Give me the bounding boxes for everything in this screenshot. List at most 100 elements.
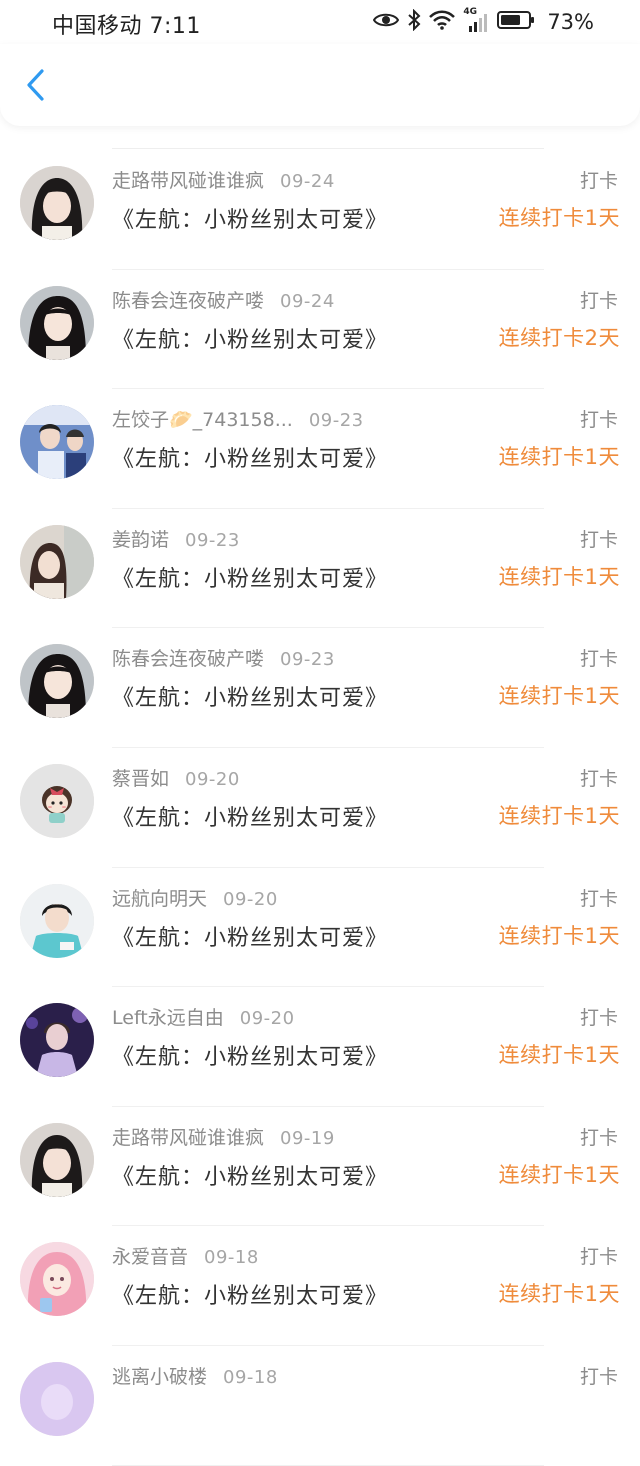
eye-icon	[373, 11, 400, 33]
checkin-label: 打卡	[579, 1126, 618, 1149]
avatar-illustrated-girl[interactable]	[20, 1242, 94, 1317]
streak-label: 连续打卡2天	[498, 325, 620, 350]
record-meta: 姜韵诺 09-23	[112, 525, 240, 552]
list-item[interactable]: 陈春会连夜破产喽 09-24 《左航：小粉丝别太可爱》 打卡 连续打卡2天	[0, 270, 640, 390]
book-title[interactable]: 《左航：小粉丝别太可爱》	[112, 680, 388, 712]
record-date: 09-23	[308, 410, 364, 432]
streak-label: 连续打卡1天	[498, 1282, 620, 1307]
avatar-girl-long-hair[interactable]	[20, 285, 94, 360]
record-date: 09-23	[280, 649, 335, 671]
book-title[interactable]: 《左航：小粉丝别太可爱》	[112, 920, 388, 952]
checkin-label: 打卡	[579, 170, 618, 192]
record-meta: 走路带风碰谁谁疯 09-19	[112, 1123, 335, 1150]
checkin-label: 打卡	[579, 648, 618, 671]
username[interactable]: 永爱音音	[112, 1242, 188, 1269]
record-date: 09-19	[280, 1127, 335, 1149]
record-date: 09-18	[204, 1247, 259, 1269]
divider	[112, 148, 544, 149]
wifi-icon	[429, 10, 456, 34]
battery-icon	[497, 10, 535, 34]
checkin-label: 打卡	[579, 289, 618, 312]
book-title[interactable]: 《左航：小粉丝别太可爱》	[112, 441, 388, 473]
avatar-girl-dark-hair[interactable]	[20, 1122, 94, 1197]
streak-label: 连续打卡1天	[498, 684, 620, 709]
checkin-label: 打卡	[579, 887, 618, 910]
avatar-girl-long-hair[interactable]	[20, 644, 94, 719]
username[interactable]: 陈春会连夜破产喽	[112, 644, 264, 671]
divider	[112, 1464, 544, 1466]
status-icons: 4G 73%	[373, 7, 594, 36]
avatar-cartoon-girl[interactable]	[20, 764, 94, 838]
checkin-label: 打卡	[579, 1246, 618, 1269]
streak-label: 连续打卡1天	[498, 804, 620, 828]
list-item[interactable]: 远航向明天 09-20 《左航：小粉丝别太可爱》 打卡 连续打卡1天	[0, 868, 640, 988]
streak-label: 连续打卡1天	[498, 445, 620, 470]
record-meta: 陈春会连夜破产喽 09-23	[112, 644, 335, 671]
username[interactable]: 蔡晋如	[112, 764, 169, 791]
book-title[interactable]: 《左航：小粉丝别太可爱》	[112, 322, 388, 354]
record-date: 09-20	[185, 769, 240, 790]
avatar-boy-purple-light[interactable]	[20, 1003, 94, 1078]
list-item[interactable]: 蔡晋如 09-20 《左航：小粉丝别太可爱》 打卡 连续打卡1天	[0, 748, 640, 868]
book-title[interactable]: 《左航：小粉丝别太可爱》	[112, 1159, 388, 1191]
username[interactable]: 走路带风碰谁谁疯	[112, 166, 264, 193]
username[interactable]: 左饺子🥟_743158...	[112, 405, 293, 432]
record-meta: 逃离小破楼 09-18	[112, 1362, 278, 1389]
bluetooth-icon	[407, 8, 421, 35]
book-title[interactable]: 《左航：小粉丝别太可爱》	[112, 561, 388, 593]
avatar-girl-outdoor[interactable]	[20, 524, 94, 599]
username[interactable]: 走路带风碰谁谁疯	[112, 1123, 264, 1150]
streak-label: 连续打卡1天	[498, 1162, 620, 1187]
list-item[interactable]: 走路带风碰谁谁疯 09-19 《左航：小粉丝别太可爱》 打卡 连续打卡1天	[0, 1107, 640, 1227]
checkin-label: 打卡	[579, 528, 618, 551]
carrier-time: 中国移动 7:11	[52, 14, 201, 39]
username[interactable]: 陈春会连夜破产喽	[112, 286, 264, 313]
chevron-left-icon	[27, 69, 44, 101]
checkin-label: 打卡	[579, 768, 618, 790]
avatar-purple[interactable]	[20, 1362, 94, 1436]
record-meta: 永爱音音 09-18	[112, 1242, 259, 1269]
username[interactable]: 逃离小破楼	[112, 1362, 207, 1389]
book-title[interactable]: 《左航：小粉丝别太可爱》	[112, 800, 388, 832]
streak-label: 连续打卡1天	[498, 206, 620, 230]
list-item[interactable]: 左饺子🥟_743158... 09-23 《左航：小粉丝别太可爱》 打卡 连续打…	[0, 389, 640, 509]
back-button[interactable]	[18, 68, 52, 102]
username[interactable]: 姜韵诺	[112, 525, 169, 552]
list-item[interactable]: 姜韵诺 09-23 《左航：小粉丝别太可爱》 打卡 连续打卡1天	[0, 509, 640, 629]
book-title[interactable]: 《左航：小粉丝别太可爱》	[112, 202, 388, 234]
username[interactable]: 远航向明天	[112, 884, 207, 911]
avatar-boy-stage[interactable]	[20, 405, 94, 480]
battery-percent: 73%	[547, 10, 594, 34]
avatar-boy-teal-shirt[interactable]	[20, 883, 94, 958]
record-date: 09-24	[280, 290, 335, 312]
record-date: 09-20	[223, 888, 278, 910]
record-date: 09-18	[223, 1367, 278, 1388]
status-bar: 中国移动 7:11 4G 73%	[0, 0, 640, 44]
record-meta: 走路带风碰谁谁疯 09-24	[112, 166, 335, 193]
list-item[interactable]: 陈春会连夜破产喽 09-23 《左航：小粉丝别太可爱》 打卡 连续打卡1天	[0, 628, 640, 748]
book-title[interactable]: 《左航：小粉丝别太可爱》	[112, 1039, 388, 1071]
streak-label: 连续打卡1天	[498, 564, 620, 589]
list-item[interactable]: 逃离小破楼 09-18 打卡	[0, 1346, 640, 1466]
book-title[interactable]: 《左航：小粉丝别太可爱》	[112, 1278, 388, 1310]
checkin-label: 打卡	[579, 409, 618, 432]
record-date: 09-23	[185, 529, 240, 551]
record-meta: 蔡晋如 09-20	[112, 764, 240, 791]
header-bar	[0, 44, 640, 126]
signal-4g-icon: 4G	[463, 7, 489, 33]
username[interactable]: Left永远自由	[112, 1003, 224, 1030]
record-meta: 陈春会连夜破产喽 09-24	[112, 286, 335, 313]
record-date: 09-20	[239, 1008, 295, 1030]
checkin-label: 打卡	[579, 1007, 618, 1030]
record-meta: 左饺子🥟_743158... 09-23	[112, 405, 364, 432]
checkin-label: 打卡	[579, 1366, 618, 1388]
list-item[interactable]: 永爱音音 09-18 《左航：小粉丝别太可爱》 打卡 连续打卡1天	[0, 1226, 640, 1346]
avatar-girl-dark-hair[interactable]	[20, 166, 94, 240]
list-item[interactable]: 走路带风碰谁谁疯 09-24 《左航：小粉丝别太可爱》 打卡 连续打卡1天	[0, 150, 640, 270]
streak-label: 连续打卡1天	[498, 923, 620, 948]
streak-label: 连续打卡1天	[498, 1043, 620, 1068]
record-date: 09-24	[280, 171, 335, 192]
record-meta: 远航向明天 09-20	[112, 884, 278, 911]
record-meta: Left永远自由 09-20	[112, 1003, 295, 1030]
list-item[interactable]: Left永远自由 09-20 《左航：小粉丝别太可爱》 打卡 连续打卡1天	[0, 987, 640, 1107]
